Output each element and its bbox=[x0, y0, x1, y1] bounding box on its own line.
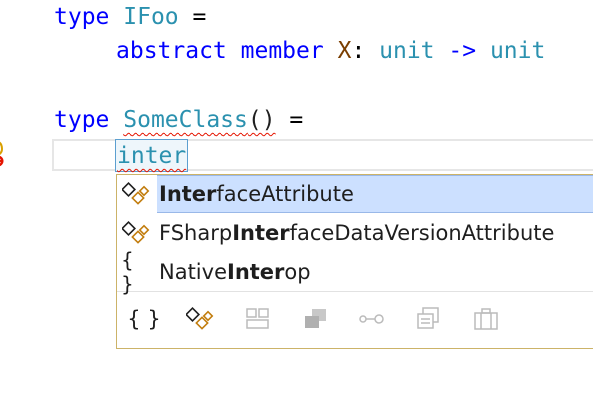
completion-filter-bar: { } bbox=[117, 291, 593, 350]
module-filter-icon[interactable] bbox=[241, 302, 275, 336]
keyword-type: type bbox=[54, 4, 110, 30]
attribute-class-icon bbox=[121, 179, 151, 209]
code-line-1: type IFoo = bbox=[54, 0, 206, 34]
completion-item-interfaceattribute[interactable]: InterfaceAttribute bbox=[117, 175, 593, 213]
line-1-rest: = bbox=[178, 4, 207, 30]
line-3-rest: = bbox=[275, 107, 304, 133]
interface-filter-icon[interactable] bbox=[355, 302, 389, 336]
enum-filter-icon[interactable] bbox=[411, 302, 445, 336]
error-lightbulb-icon[interactable] bbox=[0, 139, 10, 167]
arrow-token: -> bbox=[448, 38, 477, 64]
type-unit-2: unit bbox=[489, 38, 546, 64]
type-name-ifoo: IFoo bbox=[123, 4, 179, 30]
namespace-filter-icon[interactable]: { } bbox=[127, 302, 161, 336]
completion-item-nativeinterop[interactable]: { } NativeInterop bbox=[117, 248, 593, 296]
struct-filter-icon[interactable] bbox=[299, 302, 333, 336]
completion-list[interactable]: InterfaceAttribute FSharpInterfaceDataVe… bbox=[116, 174, 593, 349]
keyword-abstract-member: abstract member bbox=[116, 38, 324, 64]
type-filter-icon[interactable] bbox=[469, 302, 503, 336]
namespace-icon: { } bbox=[121, 248, 134, 296]
member-colon: : bbox=[351, 38, 380, 64]
attribute-class-icon bbox=[121, 218, 151, 248]
completion-item-fsharpinterfacedataversionattribute[interactable]: FSharpInterfaceDataVersionAttribute bbox=[117, 214, 593, 252]
code-line-2: abstract member X: unit -> unit bbox=[116, 34, 545, 68]
member-name-x: X bbox=[337, 38, 352, 64]
class-filter-icon[interactable] bbox=[183, 302, 217, 336]
keyword-type-2: type bbox=[54, 107, 110, 133]
code-line-3: type SomeClass() = bbox=[54, 103, 303, 137]
typed-identifier[interactable]: inter bbox=[115, 139, 189, 172]
type-name-someclass: SomeClass() bbox=[123, 107, 276, 133]
type-unit-1: unit bbox=[379, 38, 435, 64]
